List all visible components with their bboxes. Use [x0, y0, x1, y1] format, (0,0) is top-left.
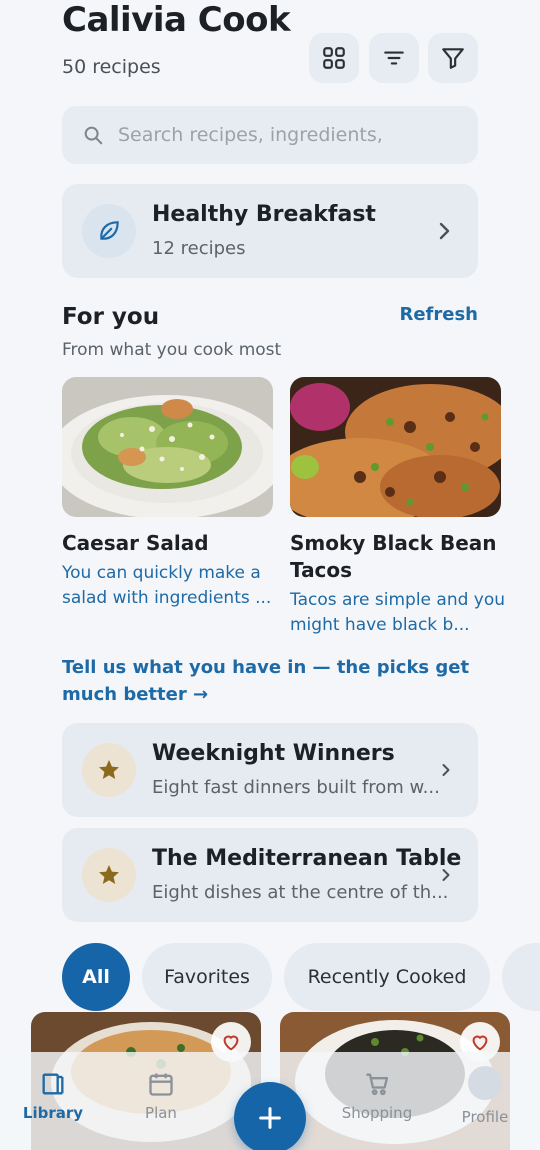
- grid-view-icon: [323, 47, 345, 69]
- sort-button[interactable]: [369, 33, 419, 83]
- plus-icon: [259, 1107, 281, 1129]
- search-icon: [84, 126, 103, 145]
- chip-favorites[interactable]: Favorites: [142, 943, 272, 1011]
- grid-view-button[interactable]: [309, 33, 359, 83]
- chip-recently-cooked[interactable]: Recently Cooked: [284, 943, 490, 1011]
- collection-subtitle: Eight dishes at the centre of th...: [152, 882, 449, 903]
- nav-library[interactable]: Library: [8, 1066, 98, 1122]
- pick-title[interactable]: Smoky Black Bean Tacos: [290, 530, 510, 584]
- chip-all[interactable]: All: [62, 943, 130, 1011]
- collection-title: Weeknight Winners: [152, 741, 395, 766]
- recipe-count: 50 recipes: [62, 56, 161, 78]
- app-title: Calivia Cook: [62, 0, 291, 40]
- nav-label: Plan: [145, 1104, 177, 1122]
- sort-icon: [384, 51, 404, 65]
- chevron-right-icon: [442, 869, 450, 881]
- calendar-icon: [149, 1073, 173, 1096]
- section-subtitle: From what you cook most: [62, 340, 282, 360]
- cart-icon: [366, 1073, 389, 1096]
- leaf-icon: [100, 221, 119, 240]
- filter-icon: [442, 48, 464, 69]
- avatar: [468, 1066, 502, 1100]
- collection-icon-badge: [82, 204, 136, 258]
- pick-title[interactable]: Caesar Salad: [62, 530, 277, 557]
- chevron-right-icon: [442, 764, 450, 776]
- star-icon: [99, 760, 119, 779]
- chip-more[interactable]: [502, 943, 540, 1011]
- collection-icon-badge: [82, 743, 136, 797]
- nav-profile[interactable]: Profile: [440, 1052, 530, 1126]
- collection-title: The Mediterranean Table: [152, 846, 462, 871]
- refresh-link[interactable]: Refresh: [399, 304, 478, 325]
- star-icon: [99, 865, 119, 884]
- collection-subtitle: 12 recipes: [152, 238, 246, 259]
- heart-icon: [223, 1035, 239, 1051]
- pantry-hint-link[interactable]: Tell us what you have in — the picks get…: [62, 654, 482, 708]
- caesar-salad-image[interactable]: [62, 377, 273, 517]
- pick-description: You can quickly make a salad with ingred…: [62, 563, 272, 608]
- search-input[interactable]: [118, 124, 458, 146]
- smoky-black-bean-tacos-image[interactable]: [290, 377, 501, 517]
- nav-label: Profile: [461, 1108, 509, 1126]
- chevron-right-icon: [439, 222, 450, 240]
- nav-label: Library: [22, 1104, 84, 1122]
- nav-plan[interactable]: Plan: [116, 1066, 206, 1122]
- collection-card[interactable]: Weeknight Winners Eight fast dinners bui…: [62, 723, 478, 817]
- pick-description: Tacos are simple and you might have blac…: [290, 590, 506, 635]
- book-icon: [42, 1073, 64, 1095]
- collection-subtitle: Eight fast dinners built from w...: [152, 777, 440, 798]
- nav-label: Shopping: [341, 1104, 413, 1122]
- collection-icon-badge: [82, 848, 136, 902]
- nav-shopping[interactable]: Shopping: [332, 1066, 422, 1122]
- heart-icon: [472, 1035, 488, 1051]
- filter-button[interactable]: [428, 33, 478, 83]
- collection-card[interactable]: The Mediterranean Table Eight dishes at …: [62, 828, 478, 922]
- search-bar[interactable]: [62, 106, 478, 164]
- add-recipe-button[interactable]: [234, 1082, 306, 1150]
- collection-title: Healthy Breakfast: [152, 202, 376, 227]
- section-title: For you: [62, 304, 160, 330]
- featured-collection-card[interactable]: Healthy Breakfast 12 recipes: [62, 184, 478, 278]
